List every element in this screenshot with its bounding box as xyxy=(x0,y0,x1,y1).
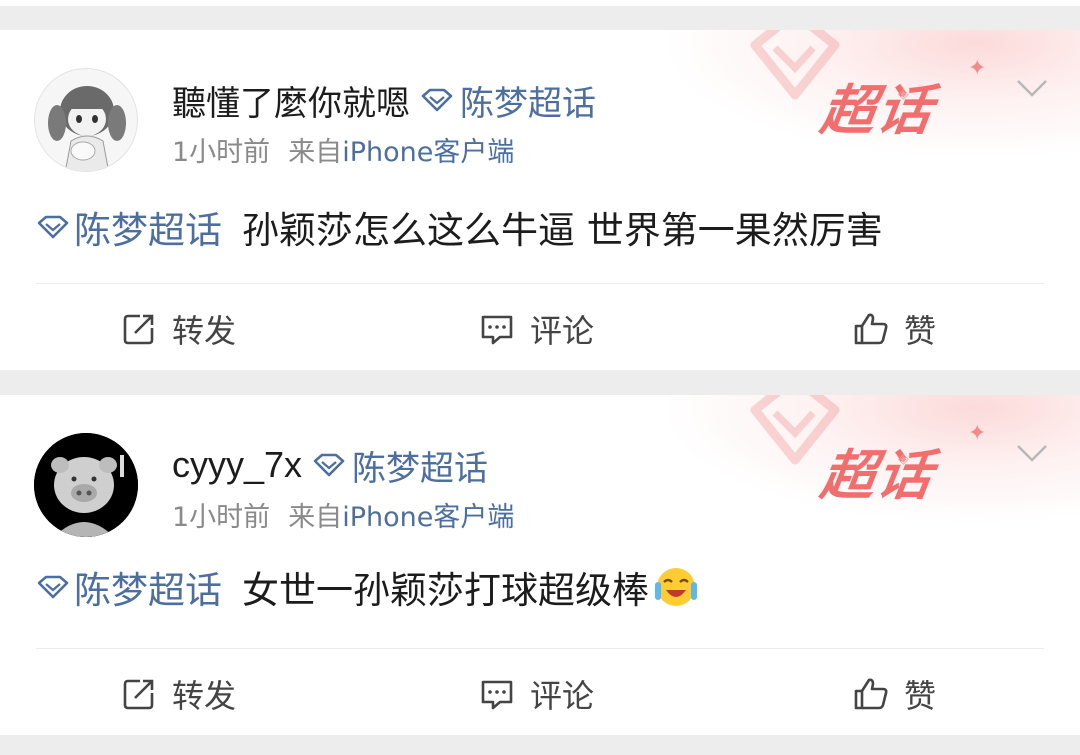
post-text: 女世一孙颖莎打球超级棒 xyxy=(242,569,649,612)
comment-label: 评论 xyxy=(530,312,595,350)
thumbs-up-icon xyxy=(854,313,888,345)
forward-button[interactable]: 转发 xyxy=(120,306,236,352)
user-line: 聽懂了麼你就嗯 陈梦超话 xyxy=(172,76,596,125)
post-content[interactable]: 陈梦超话 女世一孙颖莎打球超级棒 xyxy=(36,560,699,614)
comment-label: 评论 xyxy=(530,677,595,715)
supertopic-watermark-label: 超话 xyxy=(816,79,938,142)
avatar[interactable] xyxy=(34,68,138,172)
post-card[interactable]: 超话 ◈ ✦ 聽懂了麼你就嗯 陈梦超话 1小时前 来自iPhone客户端 陈梦超… xyxy=(0,30,1080,370)
comment-icon xyxy=(481,680,513,710)
source-prefix: 来自 xyxy=(288,137,343,168)
forward-button[interactable]: 转发 xyxy=(120,671,236,717)
cartoon-pig-avatar-icon xyxy=(34,433,138,537)
mini-diamond-icon: ◈ xyxy=(898,86,909,102)
username[interactable]: cyyy_7x xyxy=(172,444,302,486)
source-link[interactable]: iPhone客户端 xyxy=(342,137,514,168)
action-bar: 转发 评论 赞 xyxy=(0,665,1080,725)
diamond-icon xyxy=(37,215,69,239)
like-label: 赞 xyxy=(904,677,937,715)
forward-icon xyxy=(123,314,154,345)
forward-label: 转发 xyxy=(172,677,237,715)
post-text: 孙颖莎怎么这么牛逼 世界第一果然厉害 xyxy=(242,209,883,252)
user-line: cyyy_7x 陈梦超话 xyxy=(172,441,488,490)
topic-tag[interactable]: 陈梦超话 xyxy=(312,441,488,490)
mini-diamond-icon: ◈ xyxy=(898,451,909,467)
thumbs-up-icon xyxy=(854,678,888,710)
inline-topic-label: 陈梦超话 xyxy=(74,209,222,252)
inline-topic-tag[interactable]: 陈梦超话 xyxy=(36,560,222,614)
comment-button[interactable]: 评论 xyxy=(478,671,594,717)
forward-icon xyxy=(123,679,154,710)
inline-topic-label: 陈梦超话 xyxy=(74,569,222,612)
like-button[interactable]: 赞 xyxy=(852,306,936,352)
previous-card-edge xyxy=(0,0,1080,6)
source-prefix: 来自 xyxy=(288,502,343,533)
supertopic-watermark-label: 超话 xyxy=(816,444,938,507)
post-card[interactable]: 超话 ◈ ✦ cyyy_7x 陈梦超话 1小时前 来自iPhone客户端 陈梦超… xyxy=(0,395,1080,735)
like-label: 赞 xyxy=(904,312,937,350)
action-bar: 转发 评论 赞 xyxy=(0,300,1080,360)
inline-topic-tag[interactable]: 陈梦超话 xyxy=(36,200,222,254)
forward-label: 转发 xyxy=(172,312,237,350)
post-meta: 1小时前 来自iPhone客户端 xyxy=(172,130,514,169)
diamond-icon xyxy=(313,453,345,477)
crying-laughing-emoji-icon xyxy=(655,568,697,606)
username[interactable]: 聽懂了麼你就嗯 xyxy=(172,76,410,125)
divider xyxy=(36,283,1044,284)
divider xyxy=(36,648,1044,649)
chevron-down-icon[interactable] xyxy=(1015,440,1049,466)
post-time: 1小时前 xyxy=(172,137,271,168)
post-meta: 1小时前 来自iPhone客户端 xyxy=(172,495,514,534)
topic-label: 陈梦超话 xyxy=(460,83,596,124)
comment-button[interactable]: 评论 xyxy=(478,306,594,352)
post-content[interactable]: 陈梦超话 孙颖莎怎么这么牛逼 世界第一果然厉害 xyxy=(36,200,883,254)
weibo-feed: 超话 ◈ ✦ 聽懂了麼你就嗯 陈梦超话 1小时前 来自iPhone客户端 陈梦超… xyxy=(0,0,1080,755)
diamond-icon xyxy=(37,575,69,599)
topic-tag[interactable]: 陈梦超话 xyxy=(420,76,596,125)
like-button[interactable]: 赞 xyxy=(852,671,936,717)
diamond-icon xyxy=(421,88,453,112)
sparkle-icon: ✦ xyxy=(968,421,987,446)
post-time: 1小时前 xyxy=(172,502,271,533)
chevron-down-icon[interactable] xyxy=(1015,75,1049,101)
topic-label: 陈梦超话 xyxy=(352,448,489,489)
avatar[interactable] xyxy=(34,433,138,537)
comment-icon xyxy=(481,315,513,345)
source-link[interactable]: iPhone客户端 xyxy=(342,502,514,533)
anime-girl-avatar-icon xyxy=(35,69,137,171)
sparkle-icon: ✦ xyxy=(968,56,987,81)
